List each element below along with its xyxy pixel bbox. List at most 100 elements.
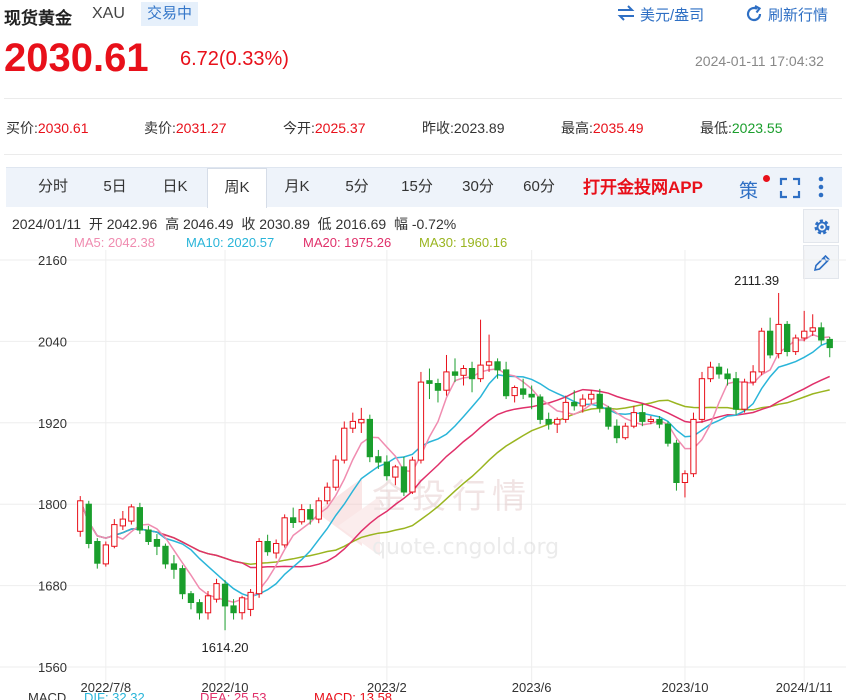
tab-5min[interactable]: 5分: [328, 168, 386, 207]
candle-body-down: [818, 327, 825, 341]
more-icon[interactable]: [818, 176, 824, 198]
candle-body-up: [256, 541, 263, 595]
candle: [102, 541, 109, 567]
candle-body-up: [102, 544, 109, 565]
candle-body-down: [468, 368, 476, 380]
candle: [588, 390, 595, 404]
high-label: 最高:: [561, 120, 593, 136]
candle: [434, 378, 442, 403]
candle-body-down: [136, 507, 143, 531]
tab-15min[interactable]: 15分: [388, 168, 446, 207]
candle-body-down: [307, 509, 314, 520]
candle: [749, 365, 757, 386]
candle: [153, 534, 161, 556]
candle-body-up: [647, 418, 655, 422]
fullscreen-icon[interactable]: [779, 177, 801, 199]
refresh-button[interactable]: 刷新行情: [745, 4, 845, 24]
y-tick-label: 1800: [38, 497, 67, 512]
candle-body-up: [332, 459, 339, 488]
candle-body-down: [179, 568, 186, 595]
candle-body-up: [298, 509, 305, 523]
tab-60min[interactable]: 60分: [510, 168, 568, 207]
candle-body-down: [826, 338, 833, 349]
trade-status-badge: 交易中: [141, 2, 199, 26]
candle-body-down: [784, 323, 791, 353]
candle-body-down: [196, 602, 203, 614]
candle: [681, 470, 689, 498]
candle: [468, 361, 476, 393]
candle: [792, 334, 799, 355]
ohlc-amp: -0.72%: [411, 216, 457, 232]
candle-body-down: [596, 393, 603, 409]
candle-body-down: [451, 371, 459, 376]
macd-title: MACD: [28, 690, 67, 700]
ask-value: 2031.27: [175, 120, 227, 136]
tab-daily-k[interactable]: 日K: [146, 168, 204, 207]
candle-body-down: [375, 456, 382, 463]
candle: [247, 588, 254, 617]
chart-grid: [0, 250, 846, 682]
candle-body-up: [341, 427, 348, 461]
y-tick-label: 1560: [38, 660, 67, 675]
refresh-icon: [746, 5, 762, 22]
candle-body-up: [119, 518, 126, 527]
settings-button[interactable]: [803, 209, 839, 243]
candle-body-down: [732, 378, 740, 410]
tab-intraday[interactable]: 分时: [24, 168, 82, 207]
x-tick-label: 2023/6: [512, 680, 552, 695]
candle: [715, 363, 723, 379]
tab-5day[interactable]: 5日: [86, 168, 144, 207]
strategy-icon[interactable]: 策: [739, 176, 758, 203]
candle-body-down: [545, 418, 552, 425]
candle: [554, 417, 561, 433]
candle: [273, 539, 280, 559]
ohlc-low: 2016.69: [335, 216, 387, 232]
candle: [341, 421, 348, 464]
extreme-label: 2111.39: [734, 273, 779, 288]
candle: [349, 412, 357, 433]
macd-dea: DEA: 25.53: [200, 690, 267, 700]
candle-body-down: [656, 418, 663, 425]
open-app-link[interactable]: 打开金投网APP: [583, 168, 703, 207]
candle: [664, 421, 672, 447]
y-axis: 1560 1680 1800 1920 2040 2160: [38, 253, 67, 675]
candle-body-down: [715, 366, 723, 375]
candle-body-down: [230, 605, 237, 614]
candle: [605, 405, 612, 430]
candle-body-up: [698, 378, 706, 420]
candle-body-down: [673, 442, 680, 483]
candle-body-up: [204, 595, 212, 614]
candle-body-up: [554, 418, 561, 425]
candle-body-down: [264, 541, 271, 553]
candle-body-up: [511, 387, 518, 397]
candle-body-down: [400, 466, 408, 493]
candlestick-chart[interactable]: 金投行情 quote.cngold.org 1560 1680 1800 1920 20…: [0, 250, 846, 700]
divider: [4, 98, 842, 99]
candle: [707, 361, 714, 383]
ohlc-low-label: 低: [317, 216, 332, 232]
candle: [426, 368, 433, 400]
ma30-value: MA30: 1960.16: [419, 235, 508, 250]
macd-value: MACD: 13.58: [314, 690, 393, 700]
tab-30min[interactable]: 30分: [449, 168, 507, 207]
candle-body-up: [588, 393, 595, 400]
candle: [537, 394, 544, 425]
candle: [145, 525, 152, 545]
currency-unit-link[interactable]: 美元/盎司: [617, 4, 727, 24]
tab-monthly-k[interactable]: 月K: [268, 168, 326, 207]
candle-body-down: [537, 396, 544, 420]
candle: [767, 317, 774, 359]
watermark: 金投行情 quote.cngold.org: [316, 477, 559, 560]
ma10-value: MA10: 2020.57: [186, 235, 275, 250]
candle: [366, 414, 374, 463]
open-item: 今开:2025.37: [283, 118, 366, 138]
candle: [119, 510, 126, 530]
candle: [622, 422, 629, 440]
ohlc-date: 2024/01/11: [12, 216, 82, 232]
candle-body-down: [494, 361, 501, 371]
candle-body-up: [681, 473, 689, 483]
candle: [809, 314, 816, 336]
candle: [485, 334, 493, 372]
tab-weekly-k[interactable]: 周K: [207, 168, 267, 208]
x-tick-label: 2023/10: [661, 680, 708, 695]
